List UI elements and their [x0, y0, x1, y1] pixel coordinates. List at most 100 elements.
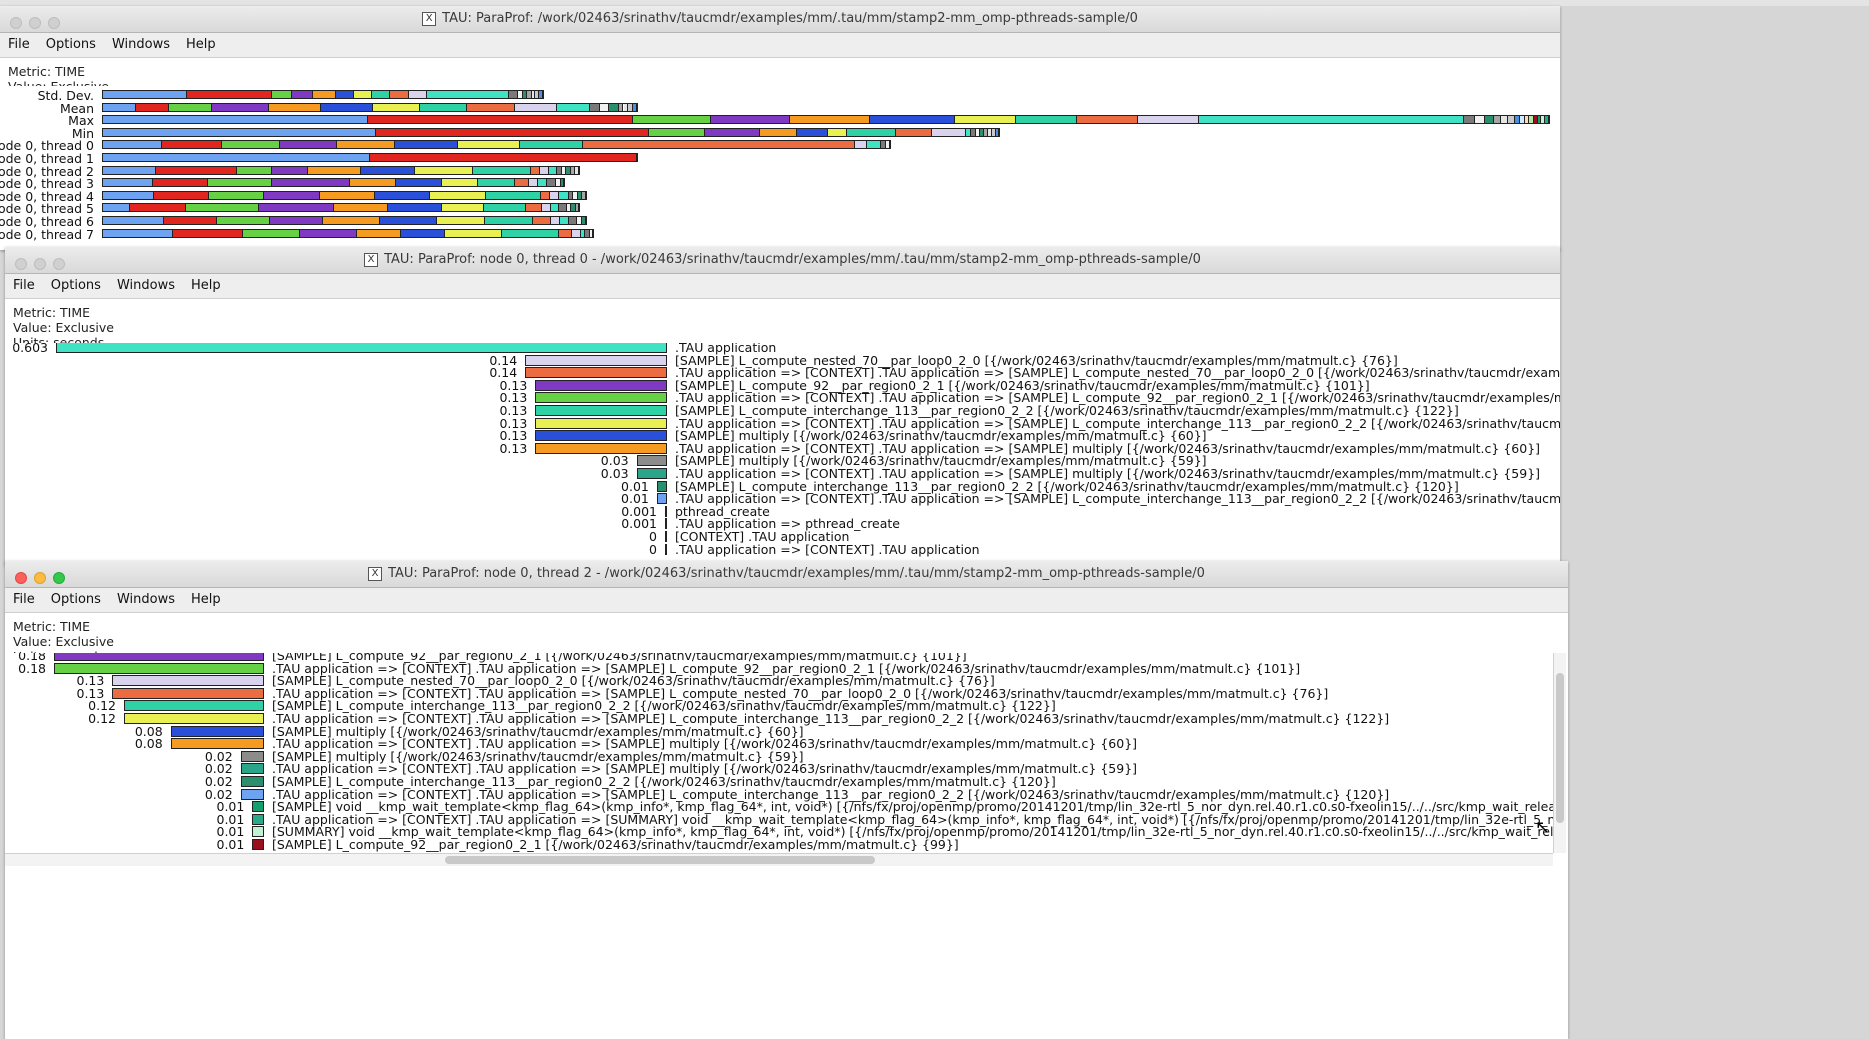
bar-segment[interactable] — [557, 103, 591, 111]
function-bar[interactable] — [665, 505, 667, 517]
bar-segment[interactable] — [790, 116, 871, 124]
bar-segment[interactable] — [243, 229, 301, 237]
bar-segment[interactable] — [548, 166, 558, 174]
bar-segment[interactable] — [867, 141, 882, 149]
bar-segment[interactable] — [870, 116, 955, 124]
bar-segment[interactable] — [472, 166, 531, 174]
bar-segment[interactable] — [103, 204, 131, 212]
bar-segment[interactable] — [559, 229, 573, 237]
bar-segment[interactable] — [388, 204, 443, 212]
bar-segment[interactable] — [572, 229, 582, 237]
bar-segment[interactable] — [390, 91, 409, 98]
bar-segment[interactable] — [209, 191, 265, 199]
function-name[interactable]: [SAMPLE] L_compute_92__par_region0_2_1 [… — [272, 837, 959, 852]
function-bar[interactable] — [54, 653, 264, 661]
bar-segment[interactable] — [1198, 116, 1464, 124]
bar-segment[interactable] — [599, 103, 610, 111]
bar-segment[interactable] — [538, 91, 543, 98]
bar-segment[interactable] — [582, 141, 855, 149]
menu-options[interactable]: Options — [51, 278, 101, 293]
bar-segment[interactable] — [828, 128, 848, 136]
function-bar[interactable] — [252, 813, 264, 825]
close-button[interactable] — [10, 17, 22, 29]
bar-segment[interactable] — [279, 141, 338, 149]
bar-segment[interactable] — [103, 179, 154, 187]
bar-segment[interactable] — [272, 166, 308, 174]
function-bar[interactable] — [240, 763, 264, 775]
bar-segment[interactable] — [103, 191, 154, 199]
bar-segment[interactable] — [161, 141, 222, 149]
bar-segment[interactable] — [103, 229, 174, 237]
menu-file[interactable]: File — [13, 592, 35, 607]
function-bar[interactable] — [535, 392, 667, 404]
scroll-thumb[interactable] — [1556, 673, 1564, 823]
function-bar[interactable] — [535, 430, 667, 442]
bar-segment[interactable] — [334, 204, 389, 212]
thread-stacked-bar[interactable] — [102, 190, 588, 200]
menu-windows[interactable]: Windows — [112, 37, 170, 52]
function-bar[interactable] — [525, 367, 667, 379]
thread-stacked-bar[interactable] — [102, 140, 892, 150]
bar-segment[interactable] — [395, 141, 458, 149]
bar-segment[interactable] — [760, 128, 797, 136]
bar-segment[interactable] — [436, 217, 486, 224]
bar-segment[interactable] — [430, 191, 486, 199]
bar-segment[interactable] — [537, 179, 547, 187]
bar-segment[interactable] — [533, 217, 551, 224]
bar-segment[interactable] — [558, 204, 568, 212]
bar-segment[interactable] — [187, 91, 272, 98]
bar-segment[interactable] — [221, 141, 280, 149]
bar-segment[interactable] — [372, 91, 391, 98]
menu-help[interactable]: Help — [186, 37, 216, 52]
bar-segment[interactable] — [502, 229, 560, 237]
function-bar[interactable] — [112, 675, 264, 687]
bar-segment[interactable] — [796, 128, 829, 136]
bar-segment[interactable] — [1508, 116, 1516, 124]
bar-segment[interactable] — [103, 154, 370, 161]
bar-segment[interactable] — [103, 128, 377, 136]
bar-segment[interactable] — [312, 91, 336, 98]
bar-segment[interactable] — [478, 179, 515, 187]
bar-segment[interactable] — [236, 166, 273, 174]
bar-segment[interactable] — [581, 217, 587, 224]
bar-segment[interactable] — [173, 229, 244, 237]
bar-segment[interactable] — [376, 128, 650, 136]
bar-segment[interactable] — [103, 166, 157, 174]
bar-segment[interactable] — [350, 179, 396, 187]
bar-segment[interactable] — [1501, 116, 1509, 124]
bar-segment[interactable] — [136, 103, 170, 111]
bar-segment[interactable] — [575, 166, 579, 174]
minimize-button[interactable] — [34, 572, 46, 584]
bar-segment[interactable] — [609, 103, 619, 111]
bar-segment[interactable] — [542, 204, 551, 212]
window-titlebar[interactable]: X TAU: ParaProf: node 0, thread 0 - /work… — [5, 247, 1560, 274]
close-button[interactable] — [15, 258, 27, 270]
menu-help[interactable]: Help — [191, 278, 221, 293]
bar-segment[interactable] — [337, 141, 396, 149]
bar-segment[interactable] — [525, 204, 543, 212]
bar-segment[interactable] — [559, 217, 569, 224]
bar-segment[interactable] — [457, 141, 521, 149]
bar-segment[interactable] — [320, 103, 373, 111]
bar-segment[interactable] — [271, 91, 293, 98]
bar-segment[interactable] — [508, 91, 518, 98]
bar-segment[interactable] — [368, 116, 634, 124]
bar-segment[interactable] — [420, 103, 468, 111]
bar-segment[interactable] — [130, 204, 187, 212]
close-button[interactable] — [15, 572, 27, 584]
bar-segment[interactable] — [546, 179, 557, 187]
bar-segment[interactable] — [208, 179, 273, 187]
bar-segment[interactable] — [103, 217, 165, 224]
bar-segment[interactable] — [379, 217, 437, 224]
bar-segment[interactable] — [335, 91, 354, 98]
bar-segment[interactable] — [560, 179, 565, 187]
bar-segment[interactable] — [1015, 116, 1077, 124]
function-bar[interactable] — [636, 468, 667, 479]
bar-segment[interactable] — [217, 217, 270, 224]
bar-segment[interactable] — [442, 204, 484, 212]
menu-windows[interactable]: Windows — [117, 592, 175, 607]
bar-segment[interactable] — [153, 179, 209, 187]
bar-segment[interactable] — [268, 103, 321, 111]
function-bar[interactable] — [112, 687, 264, 699]
bar-segment[interactable] — [361, 166, 415, 174]
